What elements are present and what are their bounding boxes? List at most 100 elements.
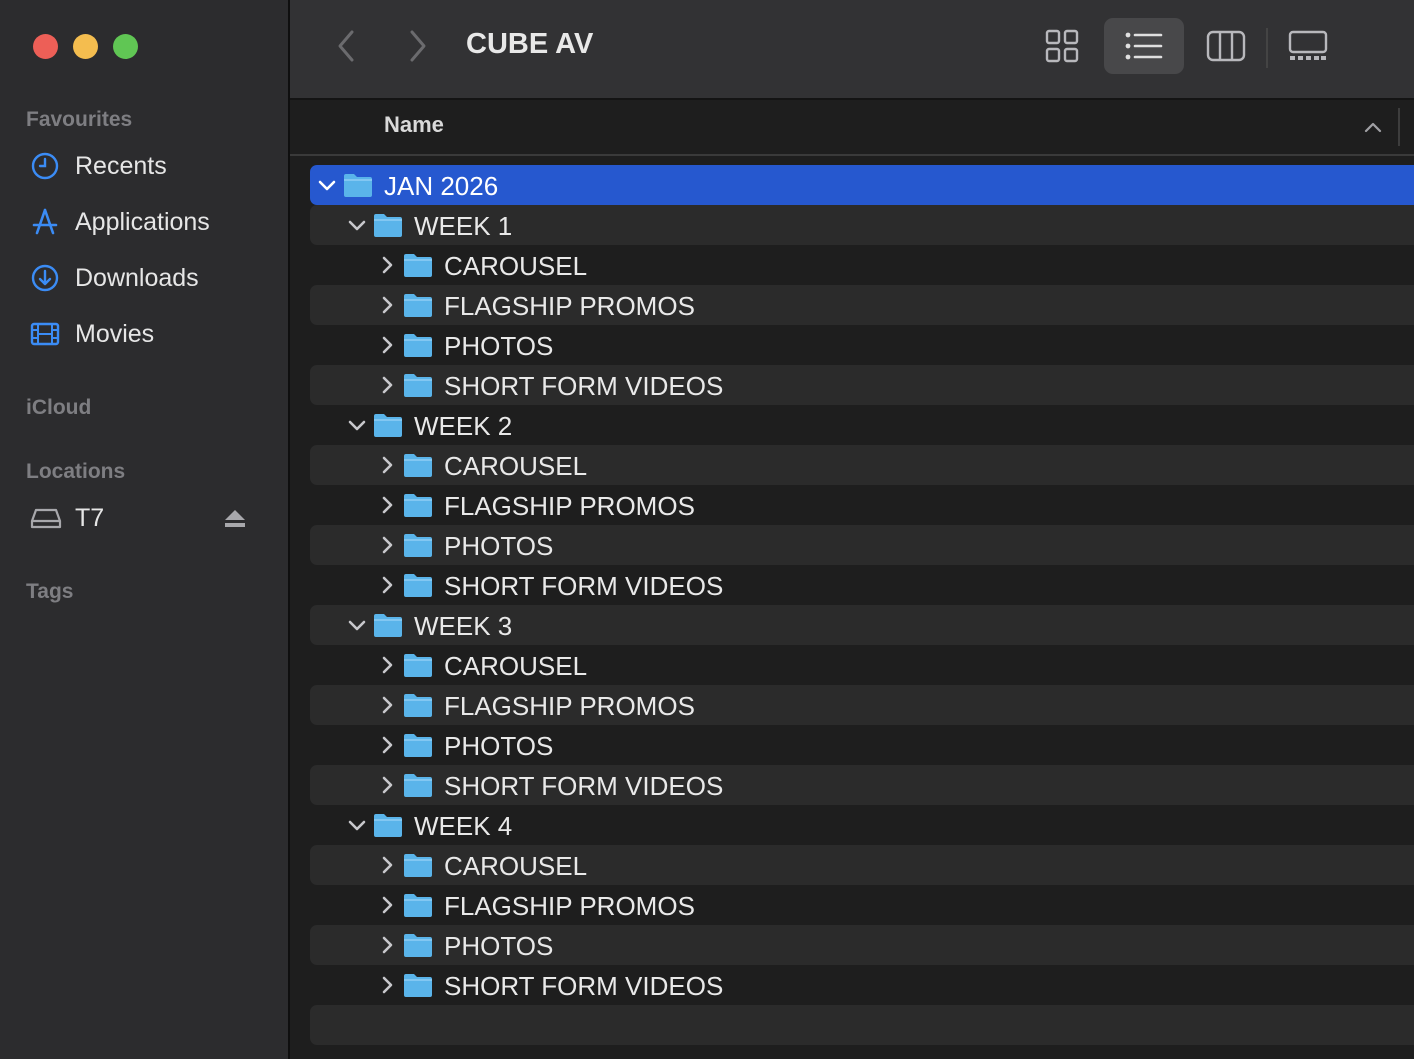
chevron-right-icon[interactable] [376,694,398,716]
back-button[interactable] [332,28,362,64]
name-column-header[interactable]: Name [384,112,444,138]
table-row[interactable]: PHOTOS [310,925,1414,965]
eject-icon[interactable] [222,508,248,530]
row-name: FLAGSHIP PROMOS [444,491,695,521]
sidebar-item-label: Recents [75,151,167,180]
close-window-button[interactable] [33,34,58,59]
list-view-button[interactable] [1104,18,1184,74]
list-icon [1125,32,1163,60]
list-column-header: Name [290,100,1414,156]
gallery-view-button[interactable] [1268,18,1348,74]
chevron-right-icon[interactable] [376,334,398,356]
chevron-down-icon[interactable] [346,814,368,836]
row-name: JAN 2026 [384,171,499,201]
table-row[interactable]: WEEK 1 [310,205,1414,245]
gallery-icon [1288,30,1328,60]
table-row[interactable]: JAN 2026 [310,165,1414,205]
table-row[interactable]: SHORT FORM VIDEOS [310,365,1414,405]
chevron-down-icon[interactable] [346,214,368,236]
folder-icon [403,732,433,758]
zoom-window-button[interactable] [113,34,138,59]
folder-icon [403,972,433,998]
sidebar-item-label: T7 [75,503,105,532]
sidebar-item-label: Applications [75,207,210,236]
table-row[interactable]: FLAGSHIP PROMOS [310,485,1414,525]
table-row[interactable]: SHORT FORM VIDEOS [310,765,1414,805]
chevron-up-icon[interactable] [1362,116,1384,138]
table-row[interactable]: CAROUSEL [310,645,1414,685]
chevron-right-icon[interactable] [376,294,398,316]
table-row[interactable]: FLAGSHIP PROMOS [310,685,1414,725]
chevron-down-icon[interactable] [346,414,368,436]
chevron-right-icon[interactable] [376,854,398,876]
columns-icon [1206,30,1246,62]
folder-icon [403,452,433,478]
row-name: FLAGSHIP PROMOS [444,291,695,321]
drive-icon [30,502,62,534]
row-name: CAROUSEL [444,651,588,681]
table-row[interactable]: WEEK 4 [310,805,1414,845]
chevron-right-icon[interactable] [376,774,398,796]
chevron-right-icon[interactable] [376,494,398,516]
folder-icon [373,212,403,238]
table-row[interactable]: PHOTOS [310,525,1414,565]
film-icon [30,318,62,350]
chevron-right-icon[interactable] [376,254,398,276]
table-row[interactable]: WEEK 3 [310,605,1414,645]
table-row[interactable]: CAROUSEL [310,445,1414,485]
sidebar-section-locations: Locations [26,460,126,483]
row-name: WEEK 3 [414,611,513,641]
chevron-right-icon[interactable] [376,654,398,676]
chevron-down-icon[interactable] [346,614,368,636]
download-icon [30,262,62,294]
row-name: PHOTOS [444,331,554,361]
chevron-right-icon[interactable] [376,974,398,996]
sidebar-item-label: Movies [75,319,155,348]
chevron-down-icon[interactable] [316,174,338,196]
icon-view-button[interactable] [1022,18,1102,74]
sidebar-item-label: Downloads [75,263,199,292]
folder-icon [403,252,433,278]
table-row[interactable]: WEEK 2 [310,405,1414,445]
chevron-right-icon[interactable] [376,734,398,756]
chevron-right-icon[interactable] [376,374,398,396]
sidebar-section-tags[interactable]: Tags [26,580,73,604]
table-row[interactable]: FLAGSHIP PROMOS [310,285,1414,325]
folder-icon [403,492,433,518]
row-name: CAROUSEL [444,251,588,281]
chevron-left-icon [338,30,354,62]
folder-icon [343,172,373,198]
window-title: CUBE AV [466,28,594,60]
sidebar-section-icloud[interactable]: iCloud [26,396,91,420]
chevron-right-icon[interactable] [376,454,398,476]
table-row[interactable]: FLAGSHIP PROMOS [310,885,1414,925]
sidebar-item-recents[interactable]: Recents [30,146,270,186]
minimize-window-button[interactable] [73,34,98,59]
toolbar: CUBE AV [290,0,1414,100]
table-row[interactable]: PHOTOS [310,725,1414,765]
row-name: SHORT FORM VIDEOS [444,971,724,1001]
row-name: WEEK 4 [414,811,513,841]
chevron-right-icon[interactable] [376,574,398,596]
table-row[interactable]: CAROUSEL [310,845,1414,885]
row-name: SHORT FORM VIDEOS [444,771,724,801]
clock-icon [30,150,62,182]
table-row[interactable]: PHOTOS [310,325,1414,365]
sidebar-section-favourites: Favourites [26,108,133,131]
forward-button[interactable] [402,28,432,64]
chevron-right-icon[interactable] [376,534,398,556]
column-divider[interactable] [1398,108,1400,146]
sidebar-item-movies[interactable]: Movies [30,314,270,354]
chevron-right-icon [410,30,426,62]
folder-icon [403,572,433,598]
sidebar-item-downloads[interactable]: Downloads [30,258,270,298]
chevron-right-icon[interactable] [376,894,398,916]
table-row[interactable]: CAROUSEL [310,245,1414,285]
folder-icon [403,932,433,958]
table-row[interactable]: SHORT FORM VIDEOS [310,565,1414,605]
column-view-button[interactable] [1186,18,1266,74]
row-name: PHOTOS [444,731,554,761]
chevron-right-icon[interactable] [376,934,398,956]
sidebar-item-applications[interactable]: Applications [30,202,270,242]
table-row[interactable]: SHORT FORM VIDEOS [310,965,1414,1005]
